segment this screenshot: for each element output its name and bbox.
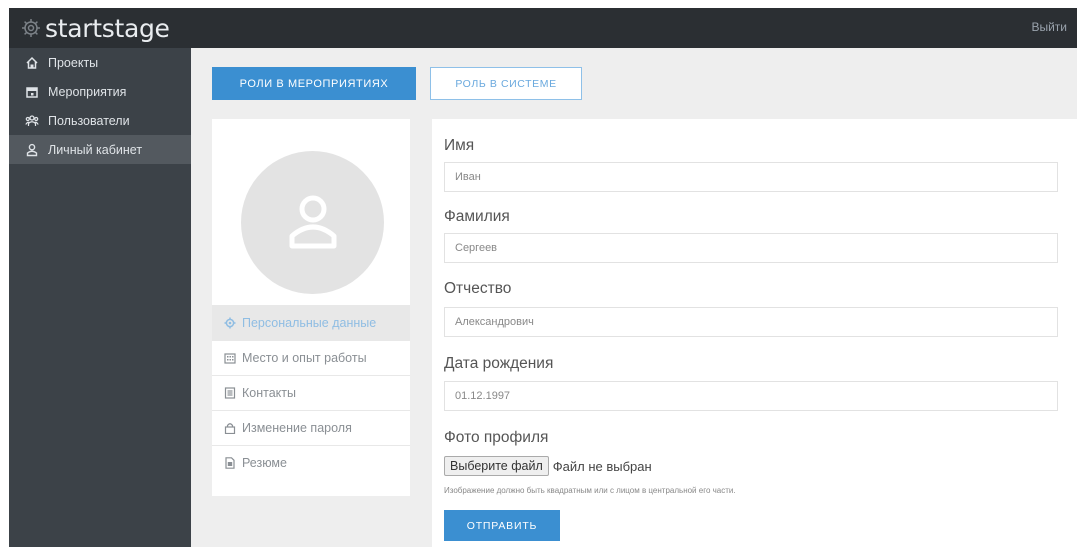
sidebar-item-label: Личный кабинет [48, 142, 143, 157]
menu-item-work-experience[interactable]: Место и опыт работы [212, 340, 410, 375]
menu-item-label: Персональные данные [242, 316, 377, 330]
patronymic-field[interactable]: Александрович [444, 307, 1058, 337]
logo-icon [22, 19, 40, 37]
avatar[interactable] [241, 151, 384, 294]
last-name-label: Фамилия [444, 208, 510, 225]
menu-item-contacts[interactable]: Контакты [212, 375, 410, 410]
photo-label: Фото профиля [444, 429, 549, 446]
contacts-icon [224, 387, 236, 399]
profile-side-card: Персональные данные Место и опыт работы … [212, 119, 410, 496]
menu-item-change-password[interactable]: Изменение пароля [212, 410, 410, 445]
file-picker: Выберите файл Файл не выбран [444, 456, 652, 476]
tab-role-in-system[interactable]: РОЛЬ В СИСТЕМЕ [430, 67, 582, 100]
menu-item-personal-data[interactable]: Персональные данные [212, 305, 410, 340]
sidebar-item-account[interactable]: Личный кабинет [9, 135, 191, 164]
building-icon [224, 353, 236, 364]
user-icon [26, 143, 38, 156]
first-name-field[interactable]: Иван [444, 162, 1058, 192]
gear-icon [224, 317, 236, 329]
sidebar-item-label: Проекты [48, 55, 99, 70]
no-file-text: Файл не выбран [552, 458, 652, 474]
last-name-field[interactable]: Сергеев [444, 233, 1058, 263]
choose-file-button[interactable]: Выберите файл [444, 456, 549, 476]
photo-hint: Изображение должно быть квадратным или с… [444, 486, 736, 495]
sidebar-item-events[interactable]: Мероприятия [9, 77, 191, 106]
profile-menu: Персональные данные Место и опыт работы … [212, 305, 410, 480]
menu-item-label: Изменение пароля [242, 421, 352, 435]
window-edge [0, 0, 9, 547]
sidebar-item-users[interactable]: Пользователи [9, 106, 191, 135]
lock-icon [224, 423, 236, 434]
logout-link[interactable]: Выйти [1031, 20, 1067, 34]
submit-button[interactable]: ОТПРАВИТЬ [444, 510, 560, 541]
main-content: РОЛИ В МЕРОПРИЯТИЯХ РОЛЬ В СИСТЕМЕ Персо… [191, 48, 1077, 547]
user-avatar-icon [289, 195, 336, 248]
app-logo[interactable]: startstage [21, 12, 170, 44]
top-bar: startstage Выйти [9, 8, 1077, 48]
projects-icon [26, 56, 38, 69]
calendar-icon [26, 86, 38, 98]
birth-date-label: Дата рождения [444, 355, 554, 372]
users-icon [25, 114, 39, 126]
document-icon [225, 457, 235, 469]
menu-item-label: Контакты [242, 386, 296, 400]
sidebar-item-projects[interactable]: Проекты [9, 48, 191, 77]
menu-item-label: Место и опыт работы [242, 351, 367, 365]
first-name-label: Имя [444, 137, 475, 154]
birth-date-field[interactable]: 01.12.1997 [444, 381, 1058, 411]
logo-text: startstage [45, 13, 170, 43]
sidebar: Проекты Мероприятия Пользователи Личный … [9, 48, 191, 547]
sidebar-item-label: Мероприятия [48, 84, 127, 99]
personal-data-form: Имя Иван Фамилия Сергеев Отчество Алекса… [432, 119, 1077, 547]
patronymic-label: Отчество [444, 280, 512, 297]
sidebar-item-label: Пользователи [48, 113, 130, 128]
tab-roles-in-events[interactable]: РОЛИ В МЕРОПРИЯТИЯХ [212, 67, 416, 100]
menu-item-label: Резюме [242, 456, 287, 470]
menu-item-resume[interactable]: Резюме [212, 445, 410, 480]
